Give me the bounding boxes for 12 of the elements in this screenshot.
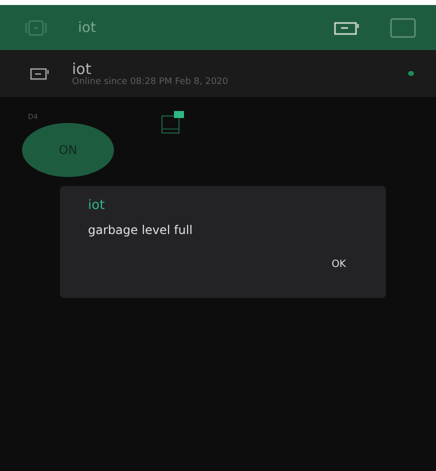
device-status: Online since 08:28 PM Feb 8, 2020 bbox=[72, 76, 230, 86]
dialog-title: iot bbox=[88, 198, 106, 213]
dialog-message: garbage level full bbox=[88, 223, 194, 237]
ok-button[interactable]: OK bbox=[324, 255, 354, 274]
device-name: iot bbox=[72, 60, 92, 76]
header-title: iot bbox=[78, 20, 97, 36]
widget-icon bbox=[160, 109, 186, 135]
device-row[interactable]: iot Online since 08:28 PM Feb 8, 2020 bbox=[0, 50, 436, 97]
battery-icon bbox=[334, 20, 360, 34]
device-icon bbox=[24, 18, 48, 36]
battery-icon bbox=[30, 68, 50, 80]
square-icon bbox=[390, 18, 416, 38]
